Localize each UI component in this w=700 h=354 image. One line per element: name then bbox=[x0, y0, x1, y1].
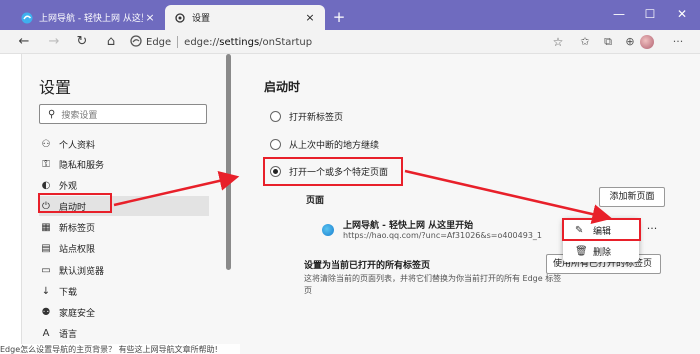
radio-button[interactable] bbox=[270, 139, 281, 150]
site-icon: ▤ bbox=[41, 242, 51, 254]
menu-item-label: 删除 bbox=[593, 247, 612, 258]
download-icon: ↓ bbox=[41, 285, 51, 297]
close-window-button[interactable]: ✕ bbox=[671, 4, 693, 24]
tab-close-icon[interactable]: × bbox=[143, 11, 157, 24]
sidebar-item-family[interactable]: ⚉ 家庭安全 bbox=[39, 302, 209, 322]
sidebar-item-downloads[interactable]: ↓ 下载 bbox=[39, 281, 209, 301]
sidebar-item-label: 个人资料 bbox=[59, 140, 96, 151]
toolbar: ← → ↻ ⌂ Edge edge://settings/onStartup ☆… bbox=[0, 30, 700, 54]
trash-icon: 🗑 bbox=[575, 245, 588, 257]
more-actions-button[interactable]: ··· bbox=[640, 221, 664, 237]
maximize-button[interactable]: ☐ bbox=[639, 4, 661, 24]
home-icon[interactable]: ⌂ bbox=[101, 32, 121, 52]
profile-avatar[interactable] bbox=[640, 35, 654, 49]
sidebar-item-default-browser[interactable]: ▭ 默认浏览器 bbox=[39, 260, 209, 280]
page-item-title: 上网导航 - 轻快上网 从这里开始 bbox=[343, 221, 474, 231]
sidebar-item-label: 默认浏览器 bbox=[59, 266, 105, 277]
lock-icon: ⚿ bbox=[42, 158, 50, 170]
sidebar-item-appearance[interactable]: ◐ 外观 bbox=[39, 175, 209, 195]
browser-icon: ▭ bbox=[41, 264, 51, 276]
edge-tab-icon bbox=[20, 11, 33, 24]
refresh-icon[interactable]: ↻ bbox=[72, 32, 92, 52]
highlight-box-specific-pages bbox=[263, 157, 403, 186]
pages-label: 页面 bbox=[306, 196, 325, 206]
sidebar-title: 设置 bbox=[39, 78, 72, 97]
search-placeholder: 搜索设置 bbox=[61, 110, 98, 121]
extension-icon[interactable]: ⊕ bbox=[620, 32, 640, 52]
radio-label: 打开新标签页 bbox=[289, 113, 344, 123]
tab-label: 上网导航 - 轻快上网 从这里开始 bbox=[39, 14, 143, 24]
radio-new-tab[interactable]: 打开新标签页 bbox=[270, 110, 343, 123]
add-page-button[interactable]: 添加新页面 bbox=[599, 187, 665, 207]
sidebar-item-site-permissions[interactable]: ▤ 站点权限 bbox=[39, 238, 209, 258]
sidebar-item-label: 隐私和服务 bbox=[59, 160, 105, 171]
sidebar-item-profile[interactable]: ⚇ 个人资料 bbox=[39, 134, 209, 154]
favorite-star-icon[interactable]: ☆ bbox=[548, 32, 568, 52]
person-icon: ⚇ bbox=[41, 138, 51, 150]
address-brand: Edge bbox=[146, 36, 172, 48]
use-all-tabs-description: 这将清除当前的页面列表，并将它们替换为你当前打开的所有 Edge 标签页 bbox=[304, 274, 562, 295]
highlight-box-startup bbox=[38, 193, 112, 213]
sidebar-item-newtab[interactable]: ▦ 新标签页 bbox=[39, 217, 209, 237]
minimize-button[interactable]: — bbox=[608, 4, 630, 24]
address-divider bbox=[177, 36, 179, 48]
menu-item-delete[interactable]: 🗑 删除 bbox=[563, 241, 639, 261]
palette-icon: ◐ bbox=[41, 179, 51, 191]
favorites-icon[interactable]: ✩ bbox=[575, 32, 595, 52]
new-tab-button[interactable]: + bbox=[330, 8, 348, 26]
use-all-tabs-title: 设置为当前已打开的所有标签页 bbox=[304, 261, 431, 271]
grid-icon: ▦ bbox=[41, 221, 51, 233]
more-menu-icon[interactable]: ··· bbox=[668, 32, 688, 52]
sidebar-scrollbar[interactable] bbox=[226, 54, 231, 270]
language-icon: A bbox=[42, 327, 50, 339]
forward-icon[interactable]: → bbox=[44, 32, 64, 52]
sidebar-item-label: 外观 bbox=[59, 181, 78, 192]
back-icon[interactable]: ← bbox=[14, 32, 34, 52]
sidebar-item-label: 新标签页 bbox=[59, 223, 96, 234]
sidebar-item-privacy[interactable]: ⚿ 隐私和服务 bbox=[39, 154, 209, 174]
sidebar-item-label: 语言 bbox=[59, 329, 78, 340]
address-bar[interactable]: Edge edge://settings/onStartup bbox=[130, 32, 570, 52]
sidebar-item-label: 下载 bbox=[59, 287, 78, 298]
site-favicon-icon bbox=[322, 224, 334, 236]
page-title: 启动时 bbox=[264, 80, 301, 94]
startup-panel: 启动时 打开新标签页 从上次中断的地方继续 打开一个或多个特定页面 页面 添加新… bbox=[240, 54, 700, 354]
collections-icon[interactable]: ⧉ bbox=[598, 32, 618, 52]
highlight-box-edit bbox=[562, 218, 641, 241]
search-icon: ⚲ bbox=[48, 108, 56, 120]
title-bar: 上网导航 - 轻快上网 从这里开始 × 设置 × + — ☐ ✕ bbox=[0, 0, 700, 30]
search-settings-input[interactable]: ⚲ 搜索设置 bbox=[39, 104, 207, 124]
edge-logo-icon bbox=[130, 34, 142, 50]
radio-continue[interactable]: 从上次中断的地方继续 bbox=[270, 138, 379, 151]
family-icon: ⚉ bbox=[41, 306, 51, 318]
left-page-strip bbox=[0, 54, 22, 354]
radio-button[interactable] bbox=[270, 111, 281, 122]
sidebar-item-languages[interactable]: A 语言 bbox=[39, 323, 209, 343]
caption-text: Edge怎么设置导航的主页背景？ 有些这上网导航文章所帮助! bbox=[0, 344, 240, 354]
tab-navigation[interactable]: 上网导航 - 轻快上网 从这里开始 × bbox=[12, 5, 165, 30]
sidebar-item-label: 家庭安全 bbox=[59, 308, 96, 319]
sidebar-item-label: 站点权限 bbox=[59, 244, 96, 255]
tab-label: 设置 bbox=[192, 14, 211, 24]
tab-settings[interactable]: 设置 × bbox=[165, 5, 325, 30]
radio-label: 从上次中断的地方继续 bbox=[289, 141, 380, 151]
page-item-url: https://hao.qq.com/?unc=Af31026&s=o40049… bbox=[343, 231, 542, 240]
gear-icon bbox=[173, 11, 186, 24]
tab-close-icon[interactable]: × bbox=[303, 11, 317, 24]
address-url: edge://settings/onStartup bbox=[184, 36, 313, 48]
